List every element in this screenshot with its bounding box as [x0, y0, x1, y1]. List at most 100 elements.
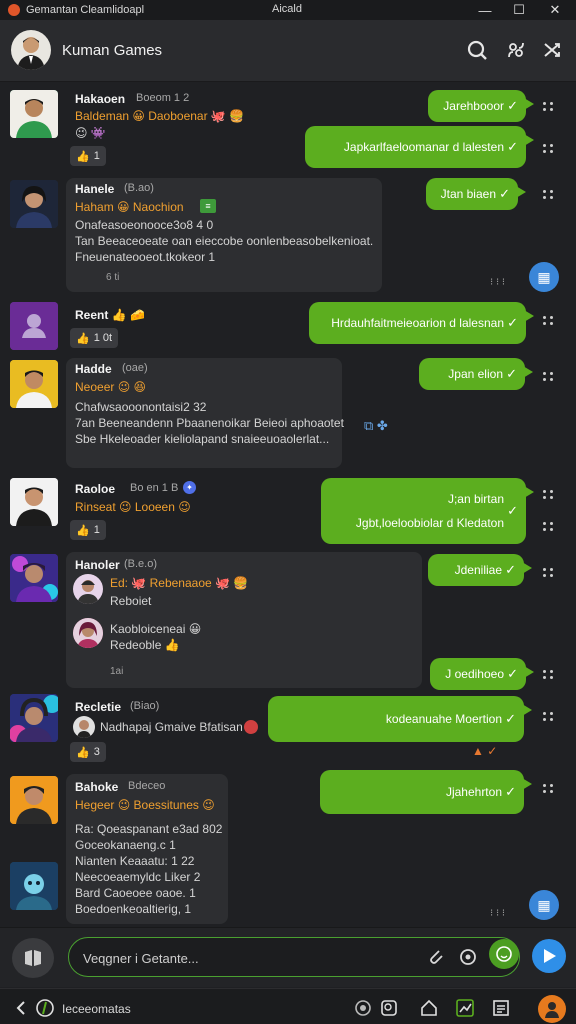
message-options-icon[interactable] — [540, 708, 556, 724]
outgoing-bubble[interactable]: Jpan elion ✓ — [419, 358, 533, 390]
group-avatar[interactable] — [11, 30, 51, 70]
layers-icon[interactable]: ▦ — [529, 262, 559, 292]
sender-name: Raoloe — [75, 482, 116, 496]
outgoing-bubble[interactable]: Jtan biaen ✓ — [426, 178, 526, 210]
status-ticks: ⁝ ⁝ ⁝ — [490, 908, 506, 919]
window-title: Gemantan Cleamlidoapl — [26, 4, 145, 16]
check-icon: ✓ — [507, 139, 518, 154]
search-icon[interactable] — [378, 997, 400, 1019]
message-options-icon[interactable] — [540, 564, 556, 580]
check-icon: ✓ — [507, 98, 518, 113]
app-launcher-icon[interactable] — [34, 997, 56, 1019]
avatar[interactable] — [10, 180, 58, 228]
message-line: Boedoenkeoaltierig, 1 — [75, 902, 192, 916]
sender-name: Hanoler — [75, 558, 120, 572]
message-options-icon[interactable] — [540, 666, 556, 682]
minimize-button[interactable]: — — [468, 0, 502, 20]
avatar[interactable] — [73, 618, 103, 648]
sender-name: Hadde — [75, 362, 112, 376]
message-input[interactable] — [83, 948, 413, 968]
outgoing-bubble[interactable]: J oedihoeo ✓ — [430, 658, 534, 690]
message-highlight: Haham 😀 Naochion — [75, 200, 184, 214]
message-options-icon[interactable] — [540, 140, 556, 156]
message-list[interactable]: Hakaoen Boeom 1 2 Baldeman 😀 Daoboenar 🐙… — [0, 82, 576, 927]
outgoing-bubble[interactable]: Jjahehrton ✓ — [320, 770, 532, 814]
outgoing-text: Jtan biaen — [440, 187, 496, 201]
thumbs-up-icon: 👍 — [76, 150, 90, 163]
avatar[interactable] — [10, 302, 58, 350]
sender-meta: Boeom 1 2 — [136, 92, 190, 104]
back-icon[interactable] — [10, 997, 32, 1019]
send-button[interactable] — [532, 939, 566, 973]
layers-icon[interactable]: ▦ — [529, 890, 559, 920]
sub-sender-name: Kaobloiceneai 😀 — [110, 622, 202, 636]
message-options-icon[interactable] — [540, 780, 556, 796]
message-line: 7an Beeneandenn Pbaanenoikar Beieoi apho… — [75, 416, 344, 430]
home-icon[interactable] — [418, 997, 440, 1019]
verified-icon: ✦ — [183, 481, 196, 494]
reaction-badge[interactable]: 👍 1 — [70, 146, 106, 166]
avatar[interactable] — [10, 862, 58, 910]
shuffle-icon[interactable] — [540, 38, 564, 62]
reaction-badge[interactable]: 👍 1 — [70, 520, 106, 540]
message-options-icon[interactable] — [540, 312, 556, 328]
message-line: Sbe Hkeleoader kieliolapand snaieeuoaole… — [75, 432, 330, 446]
emoji-icon[interactable] — [489, 939, 519, 969]
reaction-badge[interactable]: 👍 1 0t — [70, 328, 119, 348]
maximize-button[interactable]: ☐ — [502, 0, 536, 20]
sender-meta: (Biao) — [130, 700, 160, 712]
thumbs-up-icon: 👍 — [76, 524, 90, 537]
group-icon[interactable] — [504, 38, 528, 62]
message-options-icon[interactable] — [540, 98, 556, 114]
notes-icon[interactable] — [490, 997, 512, 1019]
message-timestamp: 6 ti — [106, 272, 120, 283]
avatar[interactable] — [10, 554, 58, 602]
message-highlight: Rinseat 😉 Looeen 😉 — [75, 500, 191, 514]
book-icon[interactable] — [12, 938, 54, 978]
attach-icon[interactable] — [425, 946, 447, 968]
reaction-badge[interactable]: 👍 3 — [70, 742, 106, 762]
outgoing-text: J oedihoeo — [445, 667, 504, 681]
outgoing-bubble[interactable]: Jarehbooor ✓ — [428, 90, 534, 122]
sender-meta: (B.e.o) — [124, 558, 158, 570]
outgoing-bubble[interactable]: Japkarlfaeloomanar d lalesten ✓ — [305, 126, 534, 168]
message-line: Redeoble 👍 — [110, 638, 180, 652]
sender-name: Hanele — [75, 182, 115, 196]
thumbs-up-icon: 👍 — [76, 746, 90, 759]
avatar[interactable] — [10, 360, 58, 408]
message-highlight: Ed: 🐙 Rebenaaoe 🐙 🍔 — [110, 576, 249, 590]
message-input-box[interactable] — [68, 937, 520, 977]
badge-icon: ≡ — [200, 199, 216, 213]
avatar[interactable] — [10, 776, 58, 824]
avatar[interactable] — [10, 478, 58, 526]
avatar[interactable] — [73, 716, 95, 738]
message-line: Nadhapaj Gmaive Bfatisan — [100, 720, 243, 734]
avatar[interactable] — [10, 694, 58, 742]
outgoing-text: Hrdauhfaitmeieoarion d lalesnan — [331, 316, 504, 330]
message-options-icon[interactable] — [540, 518, 556, 534]
taskbar-label: Ieceeomatas — [62, 1002, 131, 1016]
check-icon: ✓ — [505, 711, 516, 726]
outgoing-bubble[interactable]: kodeanuahe Moertion ✓ — [268, 696, 532, 742]
avatar[interactable] — [10, 90, 58, 138]
outgoing-bubble[interactable]: J;an birtan Jgbt,loeloobiolar d Kledaton… — [321, 478, 534, 544]
message-options-icon[interactable] — [540, 186, 556, 202]
record-icon[interactable] — [457, 946, 479, 968]
message-line: Neecoeaemyldc Liker 2 — [75, 870, 201, 884]
outgoing-bubble[interactable]: Hrdauhfaitmeieoarion d lalesnan ✓ — [309, 302, 534, 344]
search-icon[interactable] — [465, 38, 489, 62]
message-options-icon[interactable] — [540, 368, 556, 384]
record-icon[interactable] — [352, 997, 374, 1019]
reply-icon[interactable]: ⧉ ✤ — [364, 418, 388, 434]
sender-name: Bahoke — [75, 780, 119, 794]
user-avatar-icon[interactable] — [538, 995, 566, 1023]
close-window-button[interactable]: ✕ — [538, 0, 572, 20]
avatar[interactable] — [73, 574, 103, 604]
status-dot-icon — [244, 720, 258, 734]
message-options-icon[interactable] — [540, 486, 556, 502]
message-line: Ra: Qoeaspanant e3ad 802 — [75, 822, 223, 836]
outgoing-text: kodeanuahe Moertion — [385, 712, 502, 726]
message-highlight: Baldeman 😀 Daoboenar 🐙 🍔 — [75, 109, 245, 123]
outgoing-bubble[interactable]: Jdeniliae ✓ — [428, 554, 532, 586]
chart-icon[interactable] — [454, 997, 476, 1019]
